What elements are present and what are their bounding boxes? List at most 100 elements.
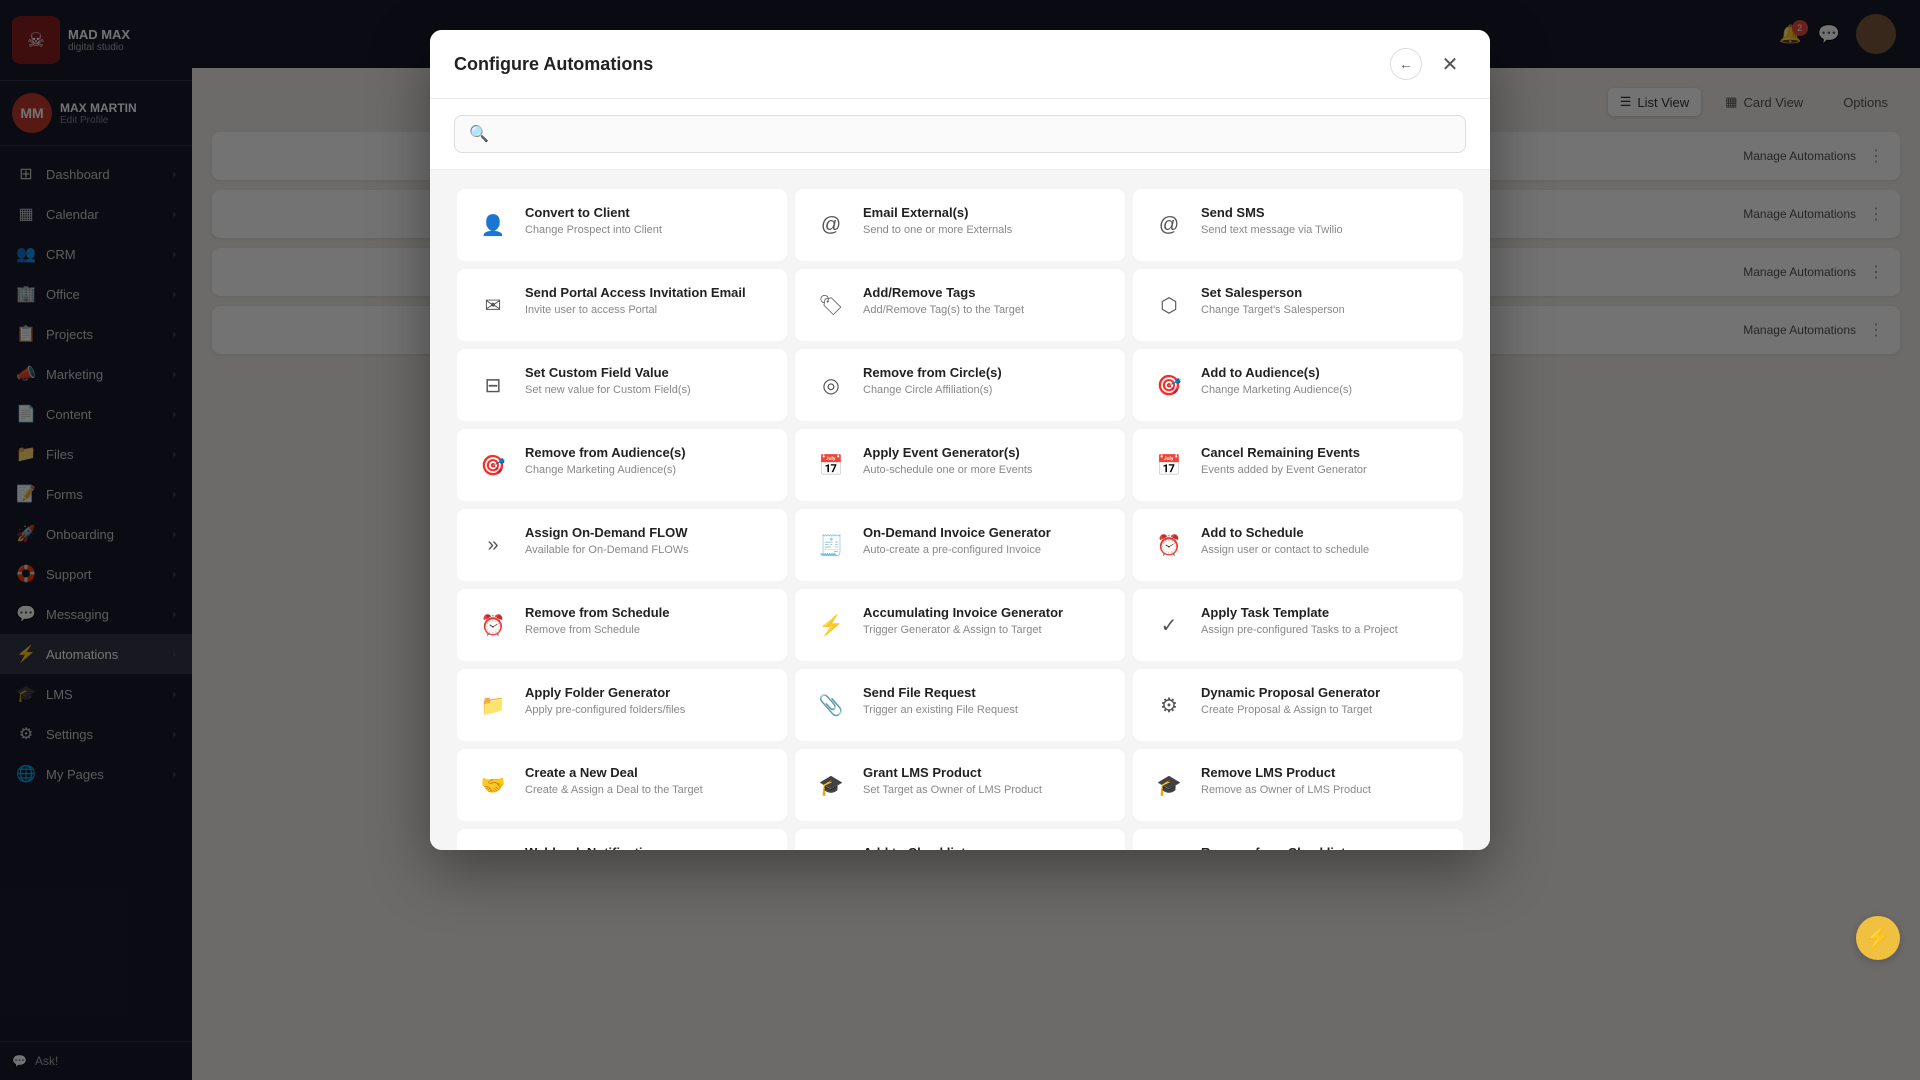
card-icon: 🎓 [1149, 765, 1189, 805]
automation-card-remove_from_audiences[interactable]: 🎯 Remove from Audience(s) Change Marketi… [457, 429, 787, 501]
card-title: Add to Audience(s) [1201, 365, 1352, 380]
automation-card-add_to_audiences[interactable]: 🎯 Add to Audience(s) Change Marketing Au… [1133, 349, 1463, 421]
card-icon: 📁 [473, 685, 513, 725]
card-title: Remove from Circle(s) [863, 365, 1002, 380]
card-icon: ⏰ [473, 605, 513, 645]
card-icon: ✓ [1149, 605, 1189, 645]
card-desc: Add/Remove Tag(s) to the Target [863, 303, 1024, 318]
card-desc: Change Target's Salesperson [1201, 303, 1345, 318]
card-desc: Set Target as Owner of LMS Product [863, 783, 1042, 798]
search-container: 🔍 [430, 99, 1490, 170]
card-desc: Trigger an existing File Request [863, 703, 1018, 718]
card-title: Remove from Checklist [1201, 845, 1348, 850]
automation-card-add_to_schedule[interactable]: ⏰ Add to Schedule Assign user or contact… [1133, 509, 1463, 581]
card-desc: Change Marketing Audience(s) [1201, 383, 1352, 398]
card-icon: @ [811, 205, 851, 245]
card-desc: Send to one or more Externals [863, 223, 1012, 238]
search-bar: 🔍 [454, 115, 1466, 153]
automation-card-email_externals[interactable]: @ Email External(s) Send to one or more … [795, 189, 1125, 261]
card-title: Remove from Audience(s) [525, 445, 686, 460]
card-desc: Assign user or contact to schedule [1201, 543, 1369, 558]
card-icon: ☑ [1149, 845, 1189, 850]
automation-card-accumulating_invoice[interactable]: ⚡ Accumulating Invoice Generator Trigger… [795, 589, 1125, 661]
automation-card-apply_task_template[interactable]: ✓ Apply Task Template Assign pre-configu… [1133, 589, 1463, 661]
card-icon: 🎓 [811, 765, 851, 805]
automation-card-add_to_checklists[interactable]: ☑ Add to Checklists Assign Target to Che… [795, 829, 1125, 850]
search-input[interactable] [499, 126, 1451, 142]
card-desc: Change Marketing Audience(s) [525, 463, 686, 478]
card-title: Cancel Remaining Events [1201, 445, 1367, 460]
card-title: Email External(s) [863, 205, 1012, 220]
automation-card-add_remove_tags[interactable]: 🏷 Add/Remove Tags Add/Remove Tag(s) to t… [795, 269, 1125, 341]
card-title: Send SMS [1201, 205, 1343, 220]
automation-card-remove_from_circle[interactable]: ◎ Remove from Circle(s) Change Circle Af… [795, 349, 1125, 421]
automation-card-webhook_notification[interactable]: ↻ Webhook Notification Fire a webhook to… [457, 829, 787, 850]
card-desc: Events added by Event Generator [1201, 463, 1367, 478]
card-icon: ⏰ [1149, 525, 1189, 565]
card-desc: Available for On-Demand FLOWs [525, 543, 689, 558]
card-icon: 🎯 [473, 445, 513, 485]
card-title: Dynamic Proposal Generator [1201, 685, 1380, 700]
card-icon: ◎ [811, 365, 851, 405]
card-title: Add/Remove Tags [863, 285, 1024, 300]
automation-card-dynamic_proposal_generator[interactable]: ⚙ Dynamic Proposal Generator Create Prop… [1133, 669, 1463, 741]
card-desc: Auto-create a pre-configured Invoice [863, 543, 1051, 558]
card-icon: ⚙ [1149, 685, 1189, 725]
card-desc: Create & Assign a Deal to the Target [525, 783, 703, 798]
card-icon: 📎 [811, 685, 851, 725]
automation-card-remove_from_checklist[interactable]: ☑ Remove from Checklist Remove Target fr… [1133, 829, 1463, 850]
card-title: Apply Event Generator(s) [863, 445, 1032, 460]
card-title: Accumulating Invoice Generator [863, 605, 1063, 620]
card-icon: 🤝 [473, 765, 513, 805]
card-title: Convert to Client [525, 205, 662, 220]
automation-card-set_salesperson[interactable]: ⬡ Set Salesperson Change Target's Salesp… [1133, 269, 1463, 341]
card-desc: Set new value for Custom Field(s) [525, 383, 691, 398]
card-title: Create a New Deal [525, 765, 703, 780]
card-desc: Trigger Generator & Assign to Target [863, 623, 1063, 638]
card-title: Apply Task Template [1201, 605, 1398, 620]
card-desc: Create Proposal & Assign to Target [1201, 703, 1380, 718]
automation-card-set_custom_field[interactable]: ⊟ Set Custom Field Value Set new value f… [457, 349, 787, 421]
card-desc: Change Circle Affiliation(s) [863, 383, 1002, 398]
automation-card-remove_lms_product[interactable]: 🎓 Remove LMS Product Remove as Owner of … [1133, 749, 1463, 821]
card-title: Apply Folder Generator [525, 685, 685, 700]
card-icon: 🧾 [811, 525, 851, 565]
card-icon: 📅 [1149, 445, 1189, 485]
modal-header: Configure Automations ← ✕ [430, 30, 1490, 99]
modal-header-actions: ← ✕ [1390, 48, 1466, 80]
card-desc: Change Prospect into Client [525, 223, 662, 238]
close-button[interactable]: ✕ [1434, 48, 1466, 80]
card-icon: 👤 [473, 205, 513, 245]
card-icon: 🎯 [1149, 365, 1189, 405]
automation-card-assign_on_demand_flow[interactable]: » Assign On-Demand FLOW Available for On… [457, 509, 787, 581]
automations-grid: 👤 Convert to Client Change Prospect into… [430, 170, 1490, 850]
automation-card-apply_event_generator[interactable]: 📅 Apply Event Generator(s) Auto-schedule… [795, 429, 1125, 501]
modal-title: Configure Automations [454, 54, 653, 75]
automation-card-remove_from_schedule[interactable]: ⏰ Remove from Schedule Remove from Sched… [457, 589, 787, 661]
automation-card-create_new_deal[interactable]: 🤝 Create a New Deal Create & Assign a De… [457, 749, 787, 821]
card-title: Send File Request [863, 685, 1018, 700]
automation-card-grant_lms_product[interactable]: 🎓 Grant LMS Product Set Target as Owner … [795, 749, 1125, 821]
card-title: Assign On-Demand FLOW [525, 525, 689, 540]
automation-card-on_demand_invoice[interactable]: 🧾 On-Demand Invoice Generator Auto-creat… [795, 509, 1125, 581]
card-title: Grant LMS Product [863, 765, 1042, 780]
card-title: Add to Checklists [863, 845, 989, 850]
automation-card-send_file_request[interactable]: 📎 Send File Request Trigger an existing … [795, 669, 1125, 741]
automation-card-send_portal_access[interactable]: ✉ Send Portal Access Invitation Email In… [457, 269, 787, 341]
card-title: Remove from Schedule [525, 605, 670, 620]
card-desc: Apply pre-configured folders/files [525, 703, 685, 718]
card-icon: ⊟ [473, 365, 513, 405]
card-icon: @ [1149, 205, 1189, 245]
back-button[interactable]: ← [1390, 48, 1422, 80]
automation-card-send_sms[interactable]: @ Send SMS Send text message via Twilio [1133, 189, 1463, 261]
modal-overlay: Configure Automations ← ✕ 🔍 👤 Convert to… [0, 0, 1920, 1080]
card-desc: Invite user to access Portal [525, 303, 746, 318]
automation-card-cancel_remaining_events[interactable]: 📅 Cancel Remaining Events Events added b… [1133, 429, 1463, 501]
card-icon: ⚡ [811, 605, 851, 645]
automation-card-apply_folder_generator[interactable]: 📁 Apply Folder Generator Apply pre-confi… [457, 669, 787, 741]
automation-card-convert_to_client[interactable]: 👤 Convert to Client Change Prospect into… [457, 189, 787, 261]
card-desc: Remove as Owner of LMS Product [1201, 783, 1371, 798]
card-icon: » [473, 525, 513, 565]
lightning-button[interactable]: ⚡ [1856, 916, 1900, 960]
search-icon: 🔍 [469, 124, 489, 144]
